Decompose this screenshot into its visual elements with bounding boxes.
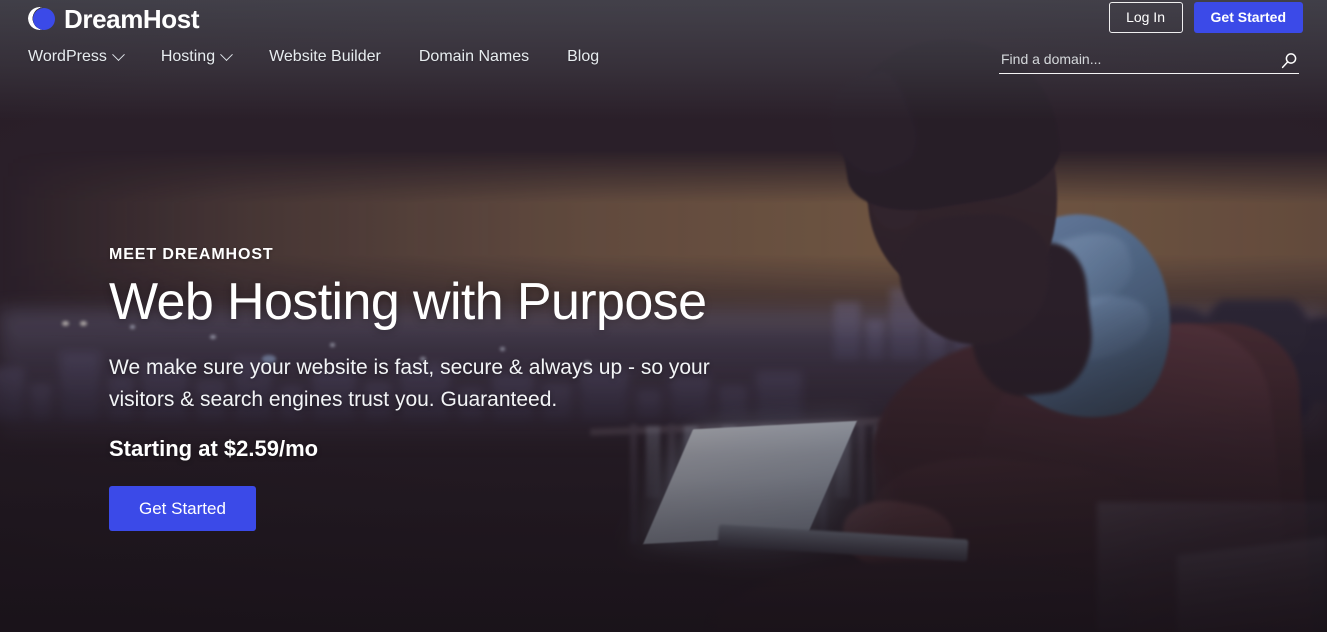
ui-layer: DreamHost Log In Get Started WordPress H… (0, 0, 1327, 632)
nav-item-domain-names[interactable]: Domain Names (419, 48, 529, 66)
login-button[interactable]: Log In (1108, 2, 1183, 33)
logo-wordmark: DreamHost (64, 4, 200, 34)
hero-eyebrow: MEET DREAMHOST (109, 246, 274, 263)
hero-price: Starting at $2.59/mo (109, 435, 319, 461)
nav-item-label: Domain Names (418, 48, 530, 65)
hero-section: MEET DREAMHOST Web Hosting with Purpose … (109, 246, 749, 531)
site-logo[interactable]: DreamHost (28, 3, 200, 35)
top-bar: DreamHost Log In Get Started (0, 0, 1327, 38)
nav-item-label: Hosting (160, 48, 216, 65)
header-actions: Log In Get Started (1108, 2, 1303, 33)
crescent-moon-icon (28, 6, 55, 33)
chevron-down-icon (111, 47, 125, 61)
nav-item-blog[interactable]: Blog (567, 48, 599, 66)
get-started-header-button[interactable]: Get Started (1193, 2, 1303, 33)
search-input[interactable] (999, 51, 1279, 70)
domain-search (999, 48, 1299, 74)
nav-item-hosting[interactable]: Hosting (160, 47, 233, 66)
hero-subhead: We make sure your website is fast, secur… (109, 356, 710, 412)
chevron-down-icon (220, 47, 233, 61)
nav-item-label: Blog (567, 48, 600, 65)
nav-item-label: WordPress (28, 48, 107, 65)
page-root: DreamHost Log In Get Started WordPress H… (0, 0, 1327, 632)
get-started-cta-button[interactable]: Get Started (109, 485, 256, 531)
page-title: Web Hosting with Purpose (109, 273, 707, 331)
nav-item-label: Website Builder (269, 48, 381, 65)
primary-nav: WordPress Hosting Website Builder Domain… (28, 47, 599, 66)
search-icon[interactable] (1279, 51, 1299, 71)
nav-item-wordpress[interactable]: WordPress (28, 47, 125, 66)
nav-item-website-builder[interactable]: Website Builder (269, 48, 381, 66)
